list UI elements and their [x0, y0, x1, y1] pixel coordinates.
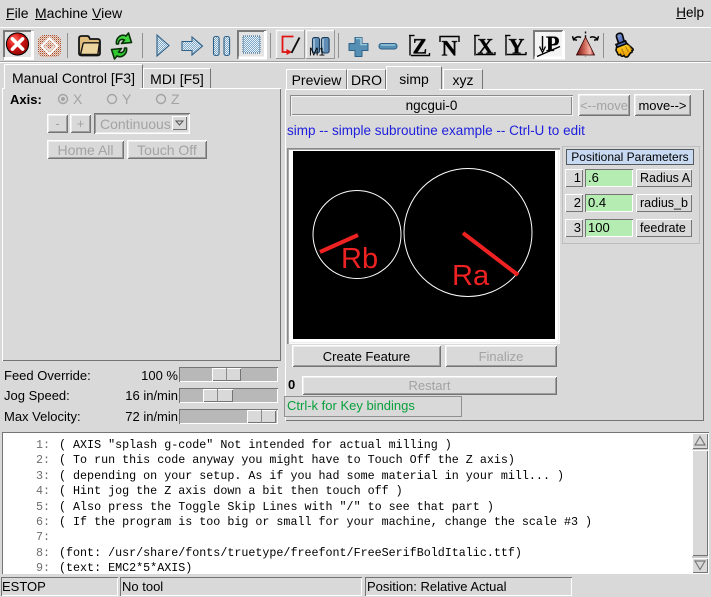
svg-text:X: X — [478, 34, 494, 59]
svg-text:Z: Z — [413, 34, 428, 59]
svg-text:N: N — [442, 36, 458, 61]
svg-text:M1: M1 — [309, 47, 325, 59]
svg-text:P: P — [546, 31, 559, 56]
svg-text:Rb: Rb — [341, 243, 378, 275]
svg-text:Y: Y — [509, 34, 525, 59]
svg-text:Ra: Ra — [452, 260, 490, 292]
